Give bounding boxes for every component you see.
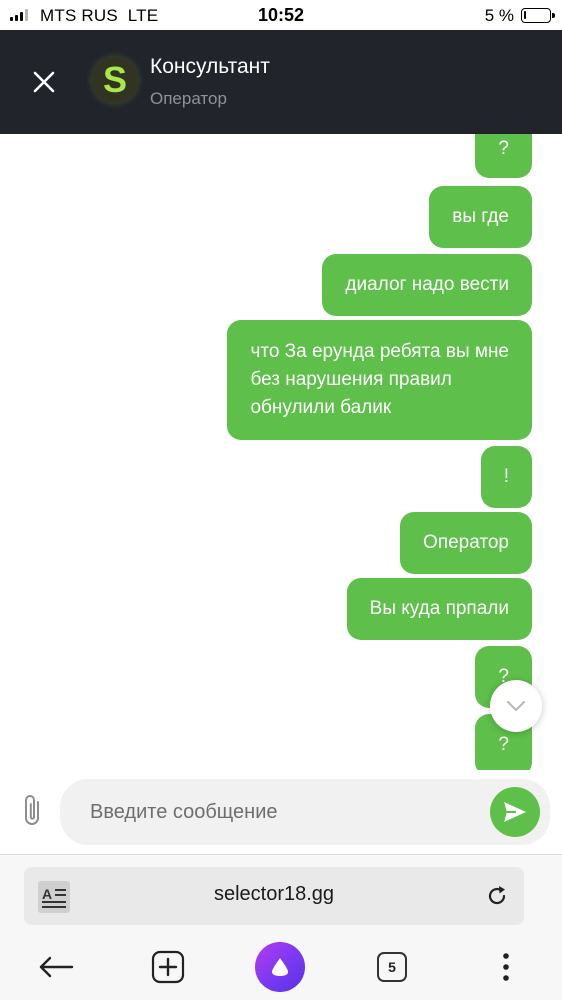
tabs-count: 5: [377, 952, 407, 982]
message-bubble: вы где: [429, 186, 532, 248]
status-time: 10:52: [257, 5, 305, 25]
composer: [0, 770, 562, 854]
send-button[interactable]: [490, 787, 540, 837]
tabs-button[interactable]: 5: [370, 945, 414, 989]
attach-button[interactable]: [18, 793, 48, 829]
message-input[interactable]: [90, 779, 480, 845]
status-bar: MTS RUS LTE 10:52 5 %: [0, 0, 562, 30]
new-tab-button[interactable]: [146, 945, 190, 989]
message-list[interactable]: ? вы где диалог надо вести что За ерунда…: [0, 134, 562, 770]
message-bubble: Оператор: [400, 512, 532, 574]
back-arrow-icon: [39, 956, 74, 978]
close-button[interactable]: [22, 60, 66, 104]
close-icon: [33, 71, 55, 93]
reload-icon[interactable]: [484, 883, 510, 909]
message-bubble: ?: [475, 134, 532, 178]
alice-icon: [255, 942, 305, 992]
avatar: S: [92, 57, 138, 103]
scroll-down-button[interactable]: [490, 680, 542, 732]
message-bubble: Вы куда прпали: [346, 578, 532, 640]
browser-toolbar: A selector18.gg 5: [0, 854, 562, 1000]
chat-header: S Консультант Оператор: [0, 30, 562, 134]
back-button[interactable]: [34, 945, 78, 989]
message-box: [60, 779, 550, 845]
battery-icon: [521, 8, 555, 23]
chat-subtitle: Оператор: [150, 89, 227, 108]
message-bubble: что За ерунда ребята вы мне без нарушени…: [227, 320, 532, 440]
url-bar[interactable]: A selector18.gg: [24, 867, 524, 925]
alice-button[interactable]: [253, 940, 307, 994]
chat-title: Консультант: [150, 55, 270, 78]
message-bubble: диалог надо вести: [322, 254, 532, 316]
url-text: selector18.gg: [213, 883, 335, 905]
scroll-down-icon: [507, 701, 525, 711]
paperclip-icon: [25, 795, 39, 825]
more-icon: [503, 953, 509, 981]
send-icon: [504, 802, 526, 822]
more-button[interactable]: [484, 945, 528, 989]
new-tab-icon: [151, 950, 185, 984]
message-bubble: !: [480, 446, 532, 508]
browser-nav: 5: [0, 937, 562, 997]
battery-percent: 5 %: [484, 6, 514, 25]
